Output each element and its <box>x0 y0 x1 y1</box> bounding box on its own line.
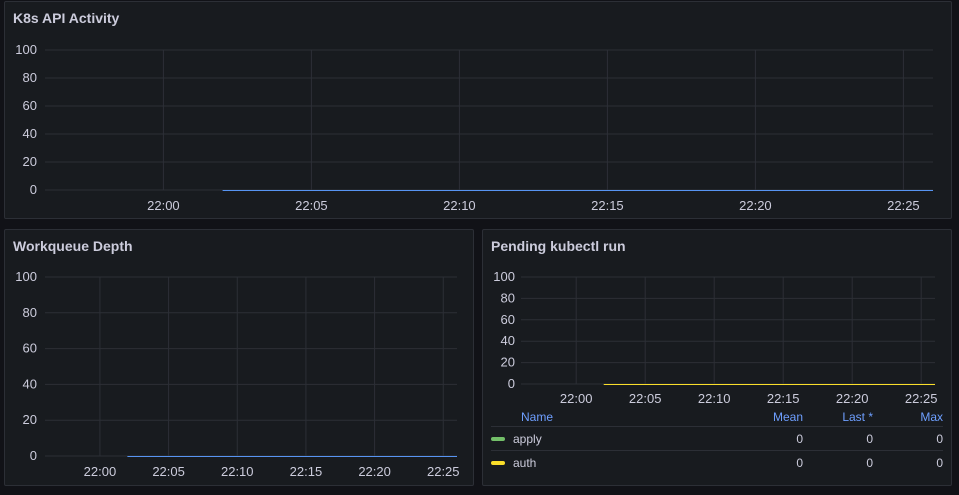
legend-mean-value: 0 <box>796 431 803 446</box>
x-tick-label: 22:15 <box>767 391 800 406</box>
x-tick-label: 22:20 <box>358 464 391 479</box>
x-tick-label: 22:15 <box>591 198 624 213</box>
series-color-swatch[interactable] <box>491 436 505 441</box>
y-tick-label: 20 <box>23 412 37 427</box>
legend-header: Name Mean Last * Max <box>491 408 943 426</box>
legend-series-name[interactable]: auth <box>513 456 536 470</box>
x-tick-label: 22:05 <box>295 198 328 213</box>
x-tick-label: 22:10 <box>221 464 254 479</box>
y-tick-label: 40 <box>23 376 37 391</box>
y-tick-label: 0 <box>30 182 37 197</box>
y-tick-label: 60 <box>23 341 37 356</box>
x-tick-label: 22:00 <box>560 391 593 406</box>
y-tick-label: 40 <box>23 126 37 141</box>
legend-name-cell: apply <box>491 432 733 446</box>
x-tick-label: 22:15 <box>290 464 323 479</box>
legend-table: Name Mean Last * Max apply 0 0 0 auth 0 … <box>491 408 943 474</box>
legend-series-name[interactable]: apply <box>513 432 542 446</box>
y-tick-label: 60 <box>501 312 515 327</box>
legend-header-name[interactable]: Name <box>491 410 733 424</box>
y-tick-label: 100 <box>493 269 515 284</box>
panel-pending-kubectl-run: Pending kubectl run 0 20 40 60 80 100 22:00 22:… <box>482 229 952 486</box>
legend-mean-value: 0 <box>796 455 803 470</box>
y-tick-label: 80 <box>23 70 37 85</box>
series-color-swatch[interactable] <box>491 460 505 465</box>
y-tick-label: 20 <box>23 154 37 169</box>
legend-row-auth[interactable]: auth 0 0 0 <box>491 450 943 474</box>
y-tick-label: 40 <box>501 333 515 348</box>
x-tick-label: 22:20 <box>739 198 772 213</box>
x-tick-label: 22:00 <box>84 464 117 479</box>
y-tick-label: 80 <box>501 290 515 305</box>
legend-max-value: 0 <box>936 431 943 446</box>
y-tick-label: 0 <box>508 376 515 391</box>
y-tick-label: 60 <box>23 98 37 113</box>
x-tick-label: 22:10 <box>698 391 731 406</box>
legend-row-apply[interactable]: apply 0 0 0 <box>491 426 943 450</box>
x-tick-label: 22:25 <box>887 198 920 213</box>
legend-name-cell: auth <box>491 456 733 470</box>
x-tick-label: 22:05 <box>152 464 185 479</box>
x-tick-label: 22:25 <box>427 464 460 479</box>
y-tick-label: 20 <box>501 355 515 370</box>
k8s-api-activity-chart: 0 20 40 60 80 100 22:00 22:05 22:10 22:15 22:20 22:… <box>15 42 933 213</box>
legend-header-mean[interactable]: Mean <box>733 410 803 424</box>
y-tick-label: 100 <box>15 42 37 57</box>
x-tick-label: 22:00 <box>147 198 180 213</box>
legend-header-last[interactable]: Last * <box>803 410 873 424</box>
y-tick-label: 100 <box>15 269 37 284</box>
legend-header-max[interactable]: Max <box>873 410 943 424</box>
x-tick-label: 22:10 <box>443 198 476 213</box>
legend-last-value: 0 <box>866 431 873 446</box>
panel-workqueue-depth: Workqueue Depth 0 20 40 60 80 100 22:00 22:05 22… <box>4 229 474 486</box>
x-tick-label: 22:05 <box>629 391 662 406</box>
panel-k8s-api-activity: K8s API Activity 0 20 40 60 80 100 22:00 22:05 2… <box>4 1 952 219</box>
legend-max-value: 0 <box>936 455 943 470</box>
legend-last-value: 0 <box>866 455 873 470</box>
y-tick-label: 80 <box>23 305 37 320</box>
x-tick-label: 22:25 <box>905 391 938 406</box>
pending-kubectl-run-chart: 0 20 40 60 80 100 22:00 22:05 22:10 22:15 22:20 22:… <box>493 269 938 406</box>
x-tick-label: 22:20 <box>836 391 869 406</box>
y-tick-label: 0 <box>30 448 37 463</box>
workqueue-depth-chart: 0 20 40 60 80 100 22:00 22:05 22:10 22:15 22:20 22:… <box>15 269 460 479</box>
